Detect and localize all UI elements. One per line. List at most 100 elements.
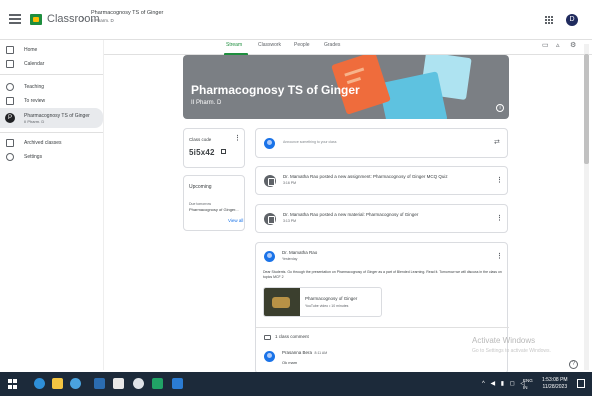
class-tabs: Stream Classwork People Grades: [104, 40, 592, 55]
clock-time: 1:53:08 PM: [542, 377, 568, 383]
banner-title: Pharmacognosy TS of Ginger: [191, 83, 360, 97]
notification-icon[interactable]: [577, 379, 585, 388]
chrome-icon[interactable]: [70, 378, 81, 389]
people-icon: [264, 335, 271, 340]
windows-start-icon[interactable]: [8, 379, 18, 389]
clock[interactable]: 1:53:08 PM 11/28/2023: [542, 377, 568, 391]
stream-item-assignment[interactable]: Dr. Mamatha Rao posted a new assignment:…: [255, 166, 508, 195]
sidebar-item-to-review[interactable]: To review: [0, 94, 103, 108]
breadcrumb-class-title[interactable]: Pharmacognosy TS of Ginger: [91, 10, 163, 17]
banner-section: II Pharm. D: [191, 100, 222, 106]
classroom-app: Classroom › Pharmacognosy TS of Ginger I…: [0, 0, 592, 396]
home-icon: [6, 46, 14, 54]
view-all-link[interactable]: View all: [228, 218, 243, 223]
comment-author: Prasanna Bera 8:11 AM: [282, 350, 327, 355]
post-divider: [256, 327, 509, 328]
tab-classwork[interactable]: Classwork: [258, 42, 281, 48]
settings-app-icon[interactable]: [133, 378, 144, 389]
more-vert-icon[interactable]: ⋮: [496, 252, 503, 260]
sidebar-item-label: Home: [24, 47, 38, 53]
sidebar-item-label: Teaching: [24, 84, 45, 90]
archive-icon: [6, 139, 14, 147]
upcoming-title: Upcoming: [189, 184, 212, 190]
comment-time: 8:11 AM: [314, 351, 328, 355]
lang-region: IN: [523, 385, 528, 390]
google-apps-icon[interactable]: [545, 16, 553, 24]
announce-placeholder[interactable]: Announce something to your class: [283, 140, 337, 144]
upcoming-item[interactable]: Pharmacognosy of Ginger...: [189, 207, 239, 212]
help-icon[interactable]: ?: [569, 360, 578, 369]
language-indicator[interactable]: ENG IN: [523, 377, 533, 391]
word-icon[interactable]: [172, 378, 183, 389]
author-avatar: [264, 251, 275, 262]
activate-windows-watermark: Activate Windows: [472, 336, 536, 345]
upcoming-due: Due tomorrow: [189, 202, 211, 206]
comment-text: Ok mam: [282, 360, 298, 365]
breadcrumb-arrow-icon: ›: [81, 13, 85, 25]
upcoming-card: Upcoming Due tomorrow Pharmacognosy of G…: [183, 175, 245, 231]
sidebar-item-home[interactable]: Home: [0, 43, 103, 57]
sidebar-item-class[interactable]: P Pharmacognosy TS of Ginger II Pharm. D: [0, 108, 103, 128]
scrollbar-thumb[interactable]: [584, 54, 589, 164]
clock-date: 11/28/2023: [542, 384, 568, 390]
settings-icon: [6, 153, 14, 161]
stream-item-date: 3:13 PM: [283, 219, 297, 223]
attachment-card[interactable]: Pharmacognosy of Ginger YouTube video • …: [263, 287, 382, 317]
user-avatar: [264, 138, 275, 149]
windows-taskbar: ^ ◀ ▮ ◻ ◁ ENG IN 1:53:08 PM 11/28/2023: [0, 372, 592, 396]
scrollbar[interactable]: [584, 44, 589, 370]
more-vert-icon[interactable]: ⋮: [496, 176, 503, 184]
stream-item-title: Dr. Mamatha Rao posted a new material: P…: [283, 212, 419, 217]
top-bar: Classroom › Pharmacognosy TS of Ginger I…: [0, 0, 592, 40]
class-code-value: 5i5x42: [189, 148, 215, 157]
assignment-icon: [264, 175, 276, 187]
to-review-icon: [6, 97, 14, 105]
account-avatar[interactable]: D: [566, 14, 578, 26]
more-vert-icon[interactable]: ⋮: [234, 134, 241, 142]
class-code-label: Class code: [189, 137, 212, 142]
commenter-avatar: [264, 351, 275, 362]
excel-icon[interactable]: [152, 378, 163, 389]
sidebar-item-archived[interactable]: Archived classes: [0, 136, 103, 150]
store-icon[interactable]: [94, 378, 105, 389]
calendar-icon[interactable]: ▭: [542, 41, 549, 49]
info-icon[interactable]: i: [496, 104, 504, 112]
tab-grades[interactable]: Grades: [324, 42, 340, 48]
announce-box[interactable]: Announce something to your class ⇄: [255, 128, 508, 158]
video-thumbnail: [264, 288, 300, 316]
class-comment-count[interactable]: 1 class comment: [275, 334, 309, 339]
file-explorer-icon[interactable]: [52, 378, 63, 389]
lang-code: ENG: [523, 378, 533, 383]
notes-icon[interactable]: [113, 378, 124, 389]
breadcrumb-class-section: II Pharm. D: [91, 18, 114, 23]
classroom-logo-icon[interactable]: [30, 14, 42, 25]
stream-item-material[interactable]: Dr. Mamatha Rao posted a new material: P…: [255, 204, 508, 233]
activate-windows-hint: Go to Settings to activate Windows.: [472, 348, 551, 354]
system-tray-icons[interactable]: ^ ◀ ▮ ◻ ◁: [482, 380, 527, 387]
gear-icon[interactable]: ⚙: [570, 41, 576, 49]
repost-icon[interactable]: ⇄: [494, 138, 500, 146]
fullscreen-icon[interactable]: [221, 149, 226, 154]
sidebar-item-calendar[interactable]: Calendar: [0, 57, 103, 71]
stream-item-date: 3:16 PM: [283, 181, 297, 185]
stream-item-title: Dr. Mamatha Rao posted a new assignment:…: [283, 174, 448, 179]
material-icon: [264, 213, 276, 225]
class-code-card: Class code ⋮ 5i5x42: [183, 128, 245, 168]
calendar-icon: [6, 60, 14, 68]
sidebar-item-settings[interactable]: Settings: [0, 150, 103, 164]
menu-icon[interactable]: [9, 14, 21, 24]
class-banner: Pharmacognosy TS of Ginger II Pharm. D i: [183, 55, 509, 119]
tab-stream[interactable]: Stream: [226, 42, 242, 48]
drive-icon[interactable]: ▵: [556, 41, 560, 49]
edge-icon[interactable]: [34, 378, 45, 389]
sidebar-item-teaching[interactable]: Teaching: [0, 80, 103, 94]
attachment-title: Pharmacognosy of Ginger: [305, 296, 358, 301]
comment-author-name: Prasanna Bera: [282, 350, 313, 355]
tab-people[interactable]: People: [294, 42, 310, 48]
sidebar-class-sub: II Pharm. D: [24, 118, 45, 124]
sidebar-item-label: To review: [24, 98, 46, 104]
sidebar-divider: [0, 132, 103, 133]
sidebar-item-label: Calendar: [24, 61, 45, 67]
more-vert-icon[interactable]: ⋮: [496, 214, 503, 222]
sidebar-divider: [0, 74, 103, 75]
